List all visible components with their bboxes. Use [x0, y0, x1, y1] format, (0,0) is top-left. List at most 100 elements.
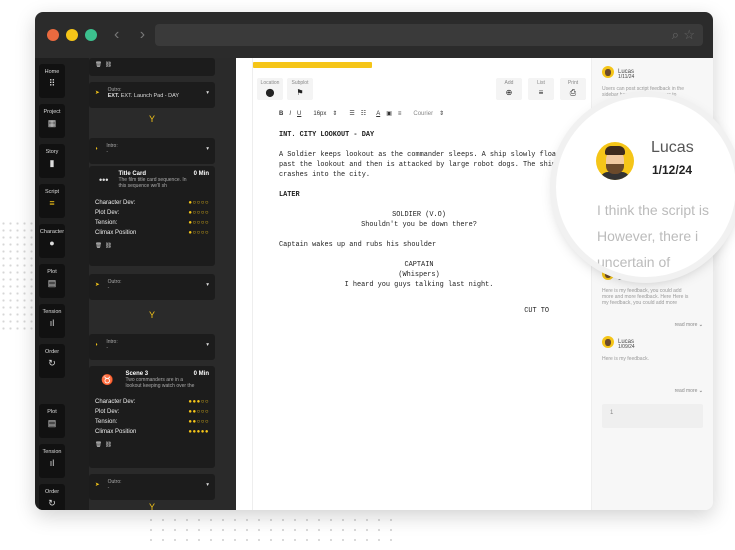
scene-desc: lookout keeping watch over the: [125, 383, 195, 389]
outro-icon: ➤: [95, 90, 100, 96]
scene-card-3[interactable]: ♉ Scene 3 0 Min Two commanders are in a …: [89, 366, 215, 468]
chevron-down-icon[interactable]: ▾: [206, 146, 209, 152]
magnified-author: Lucas: [651, 139, 694, 156]
scene-card-title[interactable]: ••• Title Card 0 Min The film title card…: [89, 166, 215, 266]
comment-text: Here is my feedback.: [602, 356, 649, 362]
intro-icon: ◗: [95, 146, 99, 152]
star-icon[interactable]: ☆: [683, 27, 695, 43]
trash-icon[interactable]: 🗑: [95, 62, 102, 68]
select-arrows-icon[interactable]: ⇕: [332, 110, 337, 117]
sidebar-item-plot[interactable]: Plot ▤: [39, 404, 65, 438]
stat-row: Tension: ●○○○○: [89, 218, 215, 228]
chevron-connector-icon: Y: [149, 310, 156, 320]
bold-button[interactable]: B: [279, 111, 283, 117]
intro-value: -: [106, 149, 108, 155]
intro-value: -: [106, 345, 108, 351]
cycle-icon: ↻: [48, 498, 56, 508]
sidebar-item-label: Plot: [47, 409, 57, 415]
sidebar-item-order[interactable]: Order ↻: [39, 484, 65, 510]
align-icon[interactable]: ≡: [398, 111, 402, 117]
sidebar-item-home[interactable]: Home ⠿: [39, 64, 65, 98]
sidebar-item-label: Tension: [42, 309, 62, 315]
stat-row: Plot Dev: ●●○○○: [89, 407, 215, 417]
maximize-window-button[interactable]: [85, 29, 97, 41]
sidebar-item-project[interactable]: Project ▦: [39, 104, 65, 138]
highlight-icon[interactable]: ▣: [386, 110, 392, 117]
outro-icon: ➤: [95, 482, 100, 488]
magnified-line: However, there i: [597, 228, 699, 244]
intro-card[interactable]: ◗ Intro: - ▾: [89, 334, 215, 360]
bookmark-icon: ▮: [49, 158, 55, 168]
outro-card[interactable]: ➤ Outro: EXT. EXT. Launch Pad - DAY ▾: [89, 82, 215, 108]
nav-arrows-icon[interactable]: ‹ ›: [114, 26, 153, 44]
italic-button[interactable]: I: [289, 111, 291, 117]
bars-icon: ıl: [49, 318, 55, 328]
script-text[interactable]: INT. CITY LOOKOUT - DAY A Soldier keeps …: [279, 130, 569, 316]
link-icon[interactable]: ⛓: [105, 442, 112, 448]
read-more-link[interactable]: read more ⌄: [675, 322, 703, 328]
add-button[interactable]: Add ⊕: [496, 78, 522, 100]
sidebar-item-label: Order: [44, 349, 60, 355]
sidebar-item-plot[interactable]: Plot ▤: [39, 264, 65, 298]
trash-icon[interactable]: 🗑: [95, 442, 102, 448]
intro-card[interactable]: ◗ Intro: - ▾: [89, 138, 215, 164]
underline-button[interactable]: U: [297, 111, 301, 117]
character-name: CAPTAIN: [404, 261, 434, 269]
stat-rating: ●○○○○: [188, 230, 209, 236]
chevron-down-icon[interactable]: ▾: [206, 282, 209, 288]
script-editor[interactable]: Location ⬤ Subplot ⚑ Add ⊕ List ≡ Print ⎙ B I…: [252, 58, 592, 510]
magnified-line: I think the script is: [597, 202, 710, 218]
select-arrows-icon[interactable]: ⇕: [439, 110, 444, 117]
magnified-date: 1/12/24: [652, 163, 693, 177]
chevron-down-icon[interactable]: ▾: [206, 342, 209, 348]
minimize-window-button[interactable]: [66, 29, 78, 41]
bars-icon: ıl: [49, 458, 55, 468]
sidebar-item-story[interactable]: Story ▮: [39, 144, 65, 178]
chevron-down-icon[interactable]: ▾: [206, 482, 209, 488]
comment-input[interactable]: 1: [602, 404, 703, 428]
sidebar-item-script[interactable]: Script ≡: [39, 184, 65, 218]
unordered-list-icon[interactable]: ☷: [361, 110, 366, 117]
outro-value: -: [107, 485, 110, 491]
stat-row: Climax Position ●●●●●: [89, 427, 215, 437]
layout-icon: ▦: [47, 118, 57, 128]
outro-value: -: [107, 285, 110, 291]
sidebar-item-order[interactable]: Order ↻: [39, 344, 65, 378]
more-icon[interactable]: •••: [99, 175, 108, 185]
outro-value: EXT. Launch Pad - DAY: [120, 93, 180, 99]
location-button[interactable]: Location ⬤: [257, 78, 283, 100]
outro-card[interactable]: ➤ Outro: - ▾: [89, 274, 215, 300]
avatar: [602, 336, 614, 348]
sidebar-item-character[interactable]: Character ●: [39, 224, 65, 258]
ordered-list-icon[interactable]: ☰: [349, 110, 354, 117]
trash-icon[interactable]: 🗑: [95, 243, 102, 249]
grid-icon: ⠿: [48, 78, 56, 88]
cycle-icon: ↻: [48, 358, 56, 368]
text-color-icon[interactable]: A: [376, 111, 380, 117]
close-window-button[interactable]: [47, 29, 59, 41]
sidebar-item-tension[interactable]: Tension ıl: [39, 304, 65, 338]
list-button[interactable]: List ≡: [528, 78, 554, 100]
link-icon[interactable]: ⛓: [105, 62, 112, 68]
location-label: Location: [260, 80, 280, 86]
decorative-dots: [0, 220, 40, 330]
print-button[interactable]: Print ⎙: [560, 78, 586, 100]
sidebar-item-label: Order: [44, 489, 60, 495]
search-icon[interactable]: ⌕: [672, 27, 679, 43]
link-icon[interactable]: ⛓: [105, 243, 112, 249]
stat-rating: ●●●●●: [188, 429, 209, 435]
sidebar-item-tension[interactable]: Tension ıl: [39, 444, 65, 478]
read-more-link[interactable]: read more ⌄: [675, 388, 703, 394]
font-family-select[interactable]: Courier: [413, 111, 433, 117]
chevron-down-icon: ⌄: [698, 388, 703, 394]
address-bar[interactable]: ⌕ ☆: [155, 24, 703, 46]
outro-card[interactable]: ➤ Outro: - ▾: [89, 474, 215, 500]
print-icon: ⎙: [569, 88, 577, 97]
chevron-down-icon[interactable]: ▾: [206, 90, 209, 96]
comment-item: Lucas 1/11/24 Users can post script feed…: [602, 66, 707, 98]
flag-icon: ⚑: [296, 88, 304, 97]
read-more-label: read more: [674, 388, 698, 394]
sidebar-item-label: Home: [44, 69, 60, 75]
font-size-select[interactable]: 16px: [313, 111, 326, 117]
subplot-button[interactable]: Subplot ⚑: [287, 78, 313, 100]
